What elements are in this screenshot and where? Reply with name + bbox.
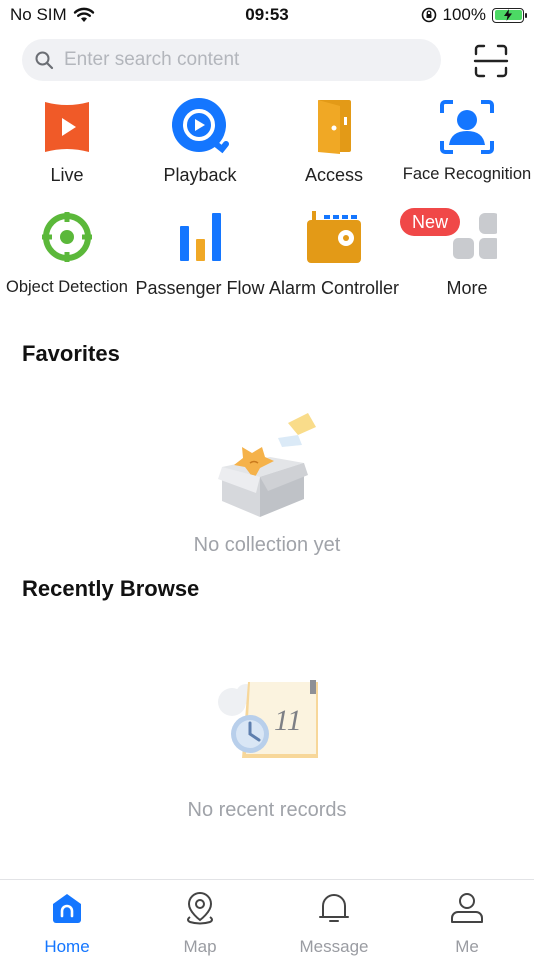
tab-label: Map	[183, 937, 217, 956]
feature-face-recognition[interactable]: Face Recognition	[400, 97, 534, 184]
calendar-day: 11	[274, 704, 302, 737]
feature-access[interactable]: Access	[267, 97, 401, 186]
tab-label: Home	[44, 937, 90, 956]
tab-bar: Home Map Message Me	[0, 879, 534, 956]
favorites-empty-text: No collection yet	[193, 534, 341, 556]
map-pin-icon	[187, 891, 213, 925]
feature-label: Face Recognition	[402, 165, 532, 183]
tab-label: Message	[299, 937, 369, 956]
status-right: 100%	[421, 5, 527, 25]
tab-label: Me	[455, 937, 479, 956]
recent-empty-text: No recent records	[187, 799, 347, 821]
battery-percent: 100%	[442, 5, 486, 24]
tab-map[interactable]: Map	[133, 880, 267, 956]
feature-label: Live	[50, 165, 84, 185]
tab-me[interactable]: Me	[400, 880, 534, 956]
live-icon	[37, 97, 97, 157]
feature-live[interactable]: Live	[0, 97, 134, 186]
feature-passenger-flow[interactable]: Passenger Flow	[133, 210, 267, 299]
favorites-title: Favorites	[22, 341, 120, 366]
tab-message[interactable]: Message	[267, 880, 401, 956]
tab-home[interactable]: Home	[0, 880, 134, 956]
feature-alarm-controller[interactable]: Alarm Controller	[267, 210, 401, 299]
face-recognition-icon	[437, 97, 497, 157]
recent-title: Recently Browse	[22, 576, 200, 601]
battery-icon	[492, 7, 527, 23]
search-icon	[35, 51, 54, 70]
feature-label: Alarm Controller	[268, 278, 400, 298]
feature-object-detection[interactable]: Object Detection	[0, 210, 134, 297]
empty-collection-illustration	[218, 413, 316, 517]
new-badge: New	[400, 208, 460, 236]
status-bar: No SIM 09:53 100%	[0, 0, 534, 32]
object-detection-icon	[37, 210, 97, 270]
feature-label: Object Detection	[6, 278, 128, 296]
search-placeholder: Enter search content	[64, 49, 240, 70]
feature-label: Access	[304, 165, 364, 185]
passenger-flow-icon	[170, 210, 230, 270]
feature-playback[interactable]: Playback	[133, 97, 267, 186]
playback-icon	[170, 97, 230, 157]
bell-icon	[319, 894, 349, 922]
empty-recent-illustration: 11	[218, 680, 318, 758]
access-door-icon	[304, 97, 364, 157]
feature-label: Passenger Flow	[135, 278, 265, 298]
home-icon	[53, 894, 81, 923]
feature-label: More	[446, 278, 488, 298]
orientation-lock-icon	[421, 7, 436, 23]
user-icon	[451, 893, 483, 923]
scan-icon[interactable]	[473, 43, 509, 79]
charging-bolt-icon	[504, 8, 512, 21]
search-input[interactable]: Enter search content	[22, 39, 441, 81]
feature-label: Playback	[163, 165, 237, 185]
alarm-controller-icon	[304, 210, 364, 270]
